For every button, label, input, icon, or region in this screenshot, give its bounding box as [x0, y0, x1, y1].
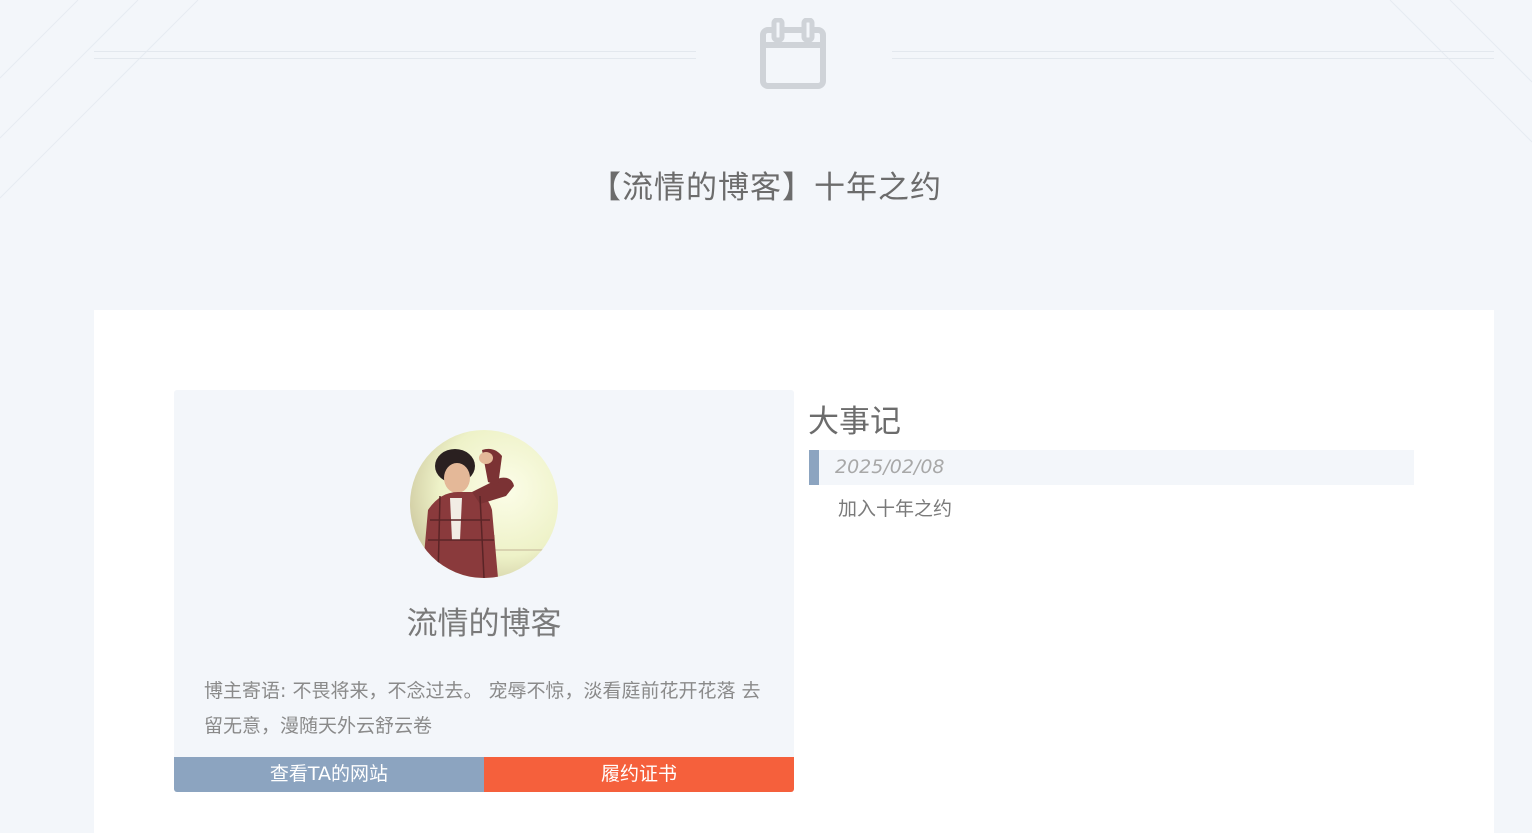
avatar	[410, 430, 558, 578]
header-divider-right	[892, 51, 1494, 59]
page: 【流情的博客】十年之约 流情的博客 博主寄语: 不畏将来，不念过去。 宠辱不惊，…	[0, 0, 1532, 833]
event-date: 2025/02/08	[835, 456, 945, 478]
profile-motto: 博主寄语: 不畏将来，不念过去。 宠辱不惊，淡看庭前花开花落 去留无意，漫随天外…	[204, 680, 761, 737]
header-divider-left	[94, 51, 696, 59]
page-title: 【流情的博客】十年之约	[590, 170, 942, 206]
content-panel: 流情的博客 博主寄语: 不畏将来，不念过去。 宠辱不惊，淡看庭前花开花落 去留无…	[94, 310, 1494, 833]
visit-site-button[interactable]: 查看TA的网站	[174, 757, 484, 792]
event-date-bar: 2025/02/08	[809, 450, 1414, 485]
event-description: 加入十年之约	[838, 498, 953, 520]
events-title: 大事记	[808, 404, 901, 440]
calendar-icon	[758, 17, 828, 90]
certificate-button[interactable]: 履约证书	[484, 757, 794, 792]
profile-actions: 查看TA的网站 履约证书	[174, 757, 794, 792]
profile-card: 流情的博客 博主寄语: 不畏将来，不念过去。 宠辱不惊，淡看庭前花开花落 去留无…	[174, 390, 794, 792]
profile-name: 流情的博客	[406, 606, 562, 642]
